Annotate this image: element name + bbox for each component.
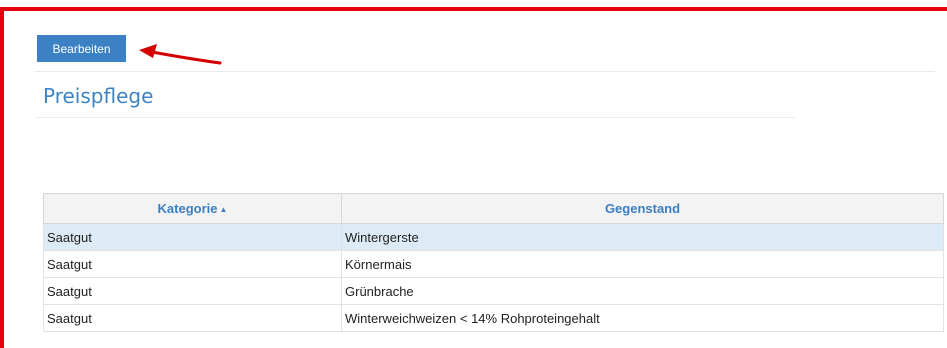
table-row[interactable]: Saatgut Winterweichweizen < 14% Rohprote… <box>43 304 944 332</box>
highlight-frame-top <box>0 7 947 11</box>
table-row[interactable]: Saatgut Körnermais <box>43 250 944 278</box>
title-divider <box>35 117 795 118</box>
column-header-label: Gegenstand <box>604 201 681 216</box>
price-table: Kategorie ▲ Gegenstand Saatgut Wintergers… <box>43 193 944 332</box>
column-header-label: Kategorie <box>157 201 218 216</box>
cell-gegenstand: Grünbrache <box>341 277 944 305</box>
edit-button[interactable]: Bearbeiten <box>37 35 126 62</box>
cell-kategorie: Saatgut <box>43 250 342 278</box>
cell-kategorie: Saatgut <box>43 223 342 251</box>
page-title: Preispflege <box>43 84 154 108</box>
table-header-row: Kategorie ▲ Gegenstand <box>43 193 944 224</box>
cell-gegenstand: Körnermais <box>341 250 944 278</box>
toolbar-divider <box>35 71 935 72</box>
cell-kategorie: Saatgut <box>43 304 342 332</box>
cell-kategorie: Saatgut <box>43 277 342 305</box>
highlight-frame-left <box>0 7 4 348</box>
sort-ascending-icon: ▲ <box>219 205 228 215</box>
column-header-kategorie[interactable]: Kategorie ▲ <box>43 193 342 224</box>
column-header-gegenstand[interactable]: Gegenstand <box>341 193 944 224</box>
cell-gegenstand: Winterweichweizen < 14% Rohproteingehalt <box>341 304 944 332</box>
table-row[interactable]: Saatgut Wintergerste <box>43 223 944 251</box>
red-arrow-icon <box>139 44 222 65</box>
cell-gegenstand: Wintergerste <box>341 223 944 251</box>
table-row[interactable]: Saatgut Grünbrache <box>43 277 944 305</box>
